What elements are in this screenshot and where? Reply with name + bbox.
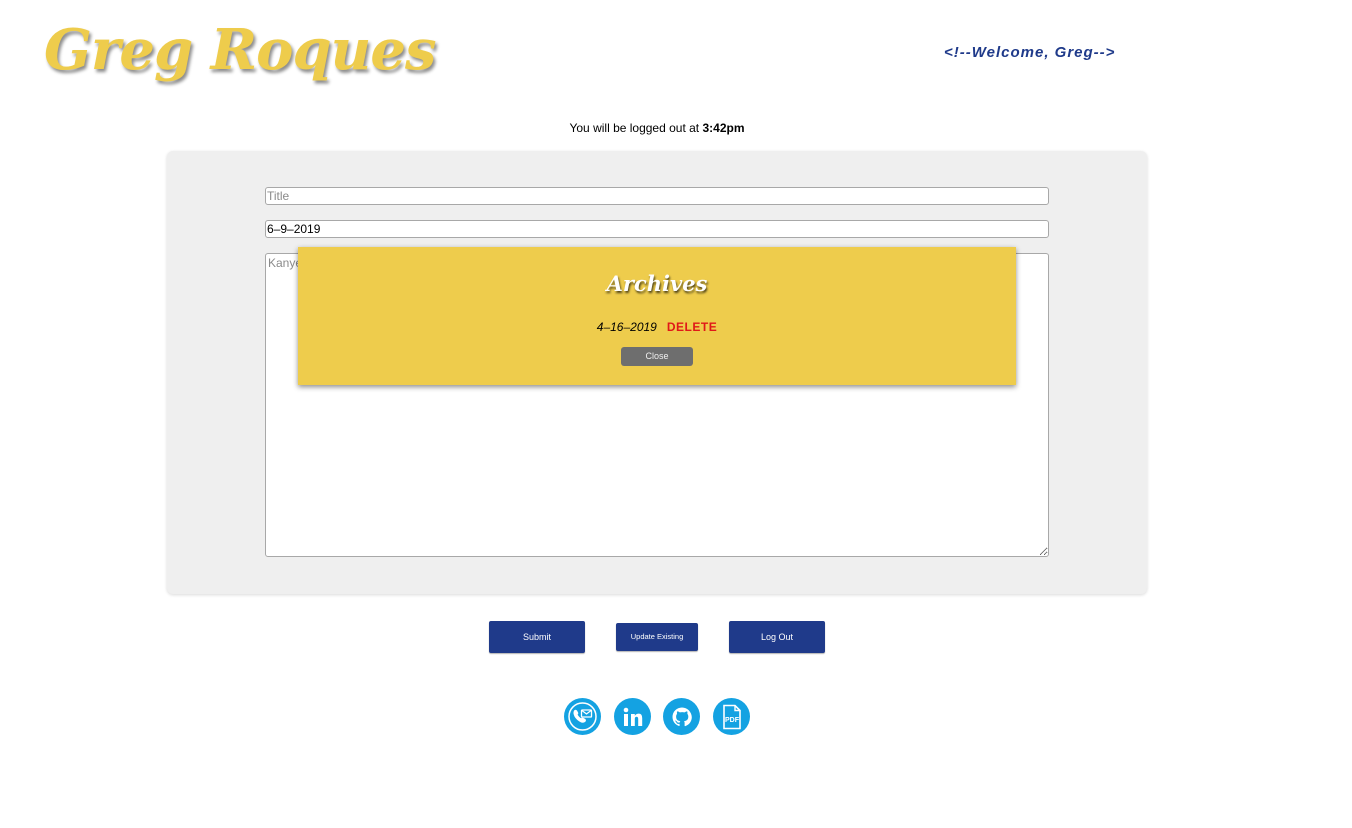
archive-delete-button[interactable]: DELETE [667,320,717,334]
submit-button[interactable]: Submit [489,621,585,653]
welcome-message: <!--Welcome, Greg--> [944,44,1116,61]
archives-title: Archives [606,271,708,296]
title-input[interactable] [265,187,1049,205]
archive-entry-date[interactable]: 4–16–2019 [597,320,657,334]
phone-mail-icon[interactable] [564,698,601,735]
date-input[interactable] [265,220,1049,238]
archive-entry: 4–16–2019 DELETE [298,320,1016,334]
logout-time: 3:42pm [702,121,745,135]
close-modal-button[interactable]: Close [621,347,693,366]
linkedin-icon[interactable] [614,698,651,735]
logout-notice-text: You will be logged out at [569,121,703,135]
log-out-button[interactable]: Log Out [729,621,825,653]
svg-text:PDF: PDF [725,717,740,724]
github-icon[interactable] [663,698,700,735]
site-logo[interactable]: Greg Roques [44,8,437,92]
logout-notice: You will be logged out at 3:42pm [0,121,1314,135]
pdf-icon[interactable]: PDF [713,698,750,735]
update-existing-button[interactable]: Update Existing [616,623,698,651]
archives-modal: Archives 4–16–2019 DELETE Close [298,247,1016,385]
